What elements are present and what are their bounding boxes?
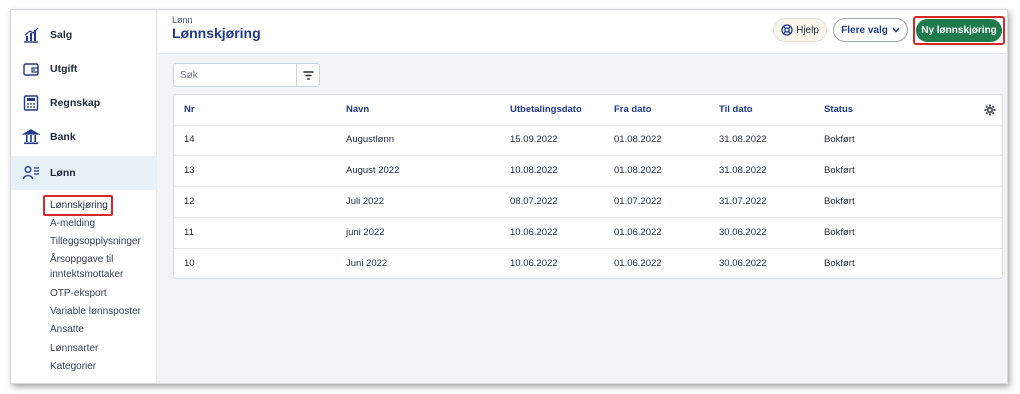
cell-til-dato: 31.08.2022 — [719, 134, 767, 145]
cell-navn: Augustlønn — [346, 134, 395, 145]
help-button[interactable]: Hjelp — [773, 18, 827, 42]
table-row[interactable]: 12 Juli 2022 08.07.2022 01.07.2022 31.07… — [174, 187, 1002, 218]
cell-navn: Juli 2022 — [346, 196, 385, 207]
sidebar-item-label: Utgift — [50, 63, 78, 75]
subnav-a-melding[interactable]: A-melding — [50, 216, 95, 231]
lifebuoy-icon — [781, 24, 793, 36]
sidebar-item-regnskap[interactable]: Regnskap — [11, 86, 157, 120]
sidebar-item-utgift[interactable]: Utgift — [11, 52, 157, 86]
cell-status: Bokført — [824, 227, 855, 238]
breadcrumb[interactable]: Lønn — [172, 15, 193, 25]
cell-til-dato: 30.06.2022 — [719, 227, 767, 238]
subnav-variable-lonnsposter[interactable]: Variable lønnsposter — [50, 304, 141, 319]
sidebar-item-bank[interactable]: Bank — [11, 120, 157, 154]
cell-navn: Juni 2022 — [346, 258, 388, 269]
cell-til-dato: 30.06.2022 — [719, 258, 767, 269]
cell-navn: August 2022 — [346, 165, 400, 176]
cell-fra-dato: 01.06.2022 — [614, 258, 662, 269]
subnav-lonnsarter[interactable]: Lønnsarter — [50, 341, 98, 356]
cell-nr: 12 — [184, 196, 195, 207]
subnav-arsoppgave-line2[interactable]: inntektsmottaker — [50, 267, 123, 282]
column-header-utbetalingsdato[interactable]: Utbetalingsdato — [510, 95, 582, 125]
column-header-nr[interactable]: Nr — [184, 95, 195, 125]
search-input[interactable] — [174, 64, 295, 86]
more-options-button[interactable]: Flere valg — [833, 18, 908, 42]
cell-nr: 13 — [184, 165, 195, 176]
cell-til-dato: 31.08.2022 — [719, 165, 767, 176]
more-options-label: Flere valg — [841, 24, 888, 36]
cell-nr: 10 — [184, 258, 195, 269]
cell-utbetalingsdato: 10.06.2022 — [510, 227, 558, 238]
cell-fra-dato: 01.08.2022 — [614, 134, 662, 145]
calculator-icon — [23, 95, 39, 111]
table-row[interactable]: 11 juni 2022 10.06.2022 01.06.2022 30.06… — [174, 218, 1002, 249]
app-window: Salg Utgift Regnskap Bank Lønn Lønnskjør… — [10, 9, 1008, 384]
cell-fra-dato: 01.06.2022 — [614, 227, 662, 238]
sidebar: Salg Utgift Regnskap Bank Lønn Lønnskjør… — [11, 10, 157, 383]
table-row[interactable]: 13 August 2022 10.08.2022 01.08.2022 31.… — [174, 156, 1002, 187]
column-header-status[interactable]: Status — [824, 95, 853, 125]
column-header-navn[interactable]: Navn — [346, 95, 369, 125]
column-header-fra-dato[interactable]: Fra dato — [614, 95, 651, 125]
user-list-icon — [22, 166, 39, 180]
sidebar-item-label: Lønn — [50, 167, 76, 179]
chart-icon — [24, 27, 39, 43]
page-header: Lønn Lønnskjøring Hjelp Flere valg Ny lø… — [158, 10, 1007, 54]
search-box — [173, 63, 320, 87]
cell-nr: 14 — [184, 134, 195, 145]
table-row[interactable]: 14 Augustlønn 15.09.2022 01.08.2022 31.0… — [174, 125, 1002, 156]
wallet-icon — [23, 63, 39, 76]
cell-utbetalingsdato: 10.08.2022 — [510, 165, 558, 176]
page-title: Lønnskjøring — [172, 25, 261, 41]
cell-status: Bokført — [824, 258, 855, 269]
cell-utbetalingsdato: 10.06.2022 — [510, 258, 558, 269]
cell-status: Bokført — [824, 134, 855, 145]
cell-til-dato: 31.07.2022 — [719, 196, 767, 207]
subnav-tilleggsopplysninger[interactable]: Tilleggsopplysninger — [50, 234, 141, 249]
cell-utbetalingsdato: 08.07.2022 — [510, 196, 558, 207]
highlight-annotation — [43, 195, 113, 216]
sidebar-item-label: Salg — [50, 29, 73, 41]
table-row[interactable]: 10 Juni 2022 10.06.2022 01.06.2022 30.06… — [174, 249, 1002, 280]
table-header-row: Nr Navn Utbetalingsdato Fra dato Til dat… — [174, 95, 1002, 126]
subnav-kategorier[interactable]: Kategorier — [50, 359, 96, 374]
subnav-ansatte[interactable]: Ansatte — [50, 322, 84, 337]
cell-fra-dato: 01.07.2022 — [614, 196, 662, 207]
column-header-til-dato[interactable]: Til dato — [719, 95, 753, 125]
filter-button[interactable] — [296, 64, 320, 86]
cell-status: Bokført — [824, 196, 855, 207]
sidebar-item-lonn[interactable]: Lønn — [11, 156, 157, 190]
subnav-arsoppgave-line1[interactable]: Årsoppgave til — [50, 252, 113, 267]
new-payroll-button[interactable]: Ny lønnskjøring — [916, 19, 1002, 42]
cell-fra-dato: 01.08.2022 — [614, 165, 662, 176]
cell-navn: juni 2022 — [346, 227, 385, 238]
payroll-table: Nr Navn Utbetalingsdato Fra dato Til dat… — [173, 94, 1003, 279]
chevron-down-icon — [892, 27, 900, 33]
cell-nr: 11 — [184, 227, 194, 238]
cell-utbetalingsdato: 15.09.2022 — [510, 134, 558, 145]
help-button-label: Hjelp — [796, 24, 819, 36]
sidebar-item-salg[interactable]: Salg — [11, 18, 157, 52]
subnav-otp-eksport[interactable]: OTP-eksport — [50, 286, 107, 301]
cell-status: Bokført — [824, 165, 855, 176]
sidebar-item-label: Bank — [50, 131, 76, 143]
gear-icon[interactable] — [984, 104, 996, 116]
bank-icon — [22, 129, 40, 145]
filter-icon — [303, 70, 314, 80]
sidebar-item-label: Regnskap — [50, 97, 101, 109]
